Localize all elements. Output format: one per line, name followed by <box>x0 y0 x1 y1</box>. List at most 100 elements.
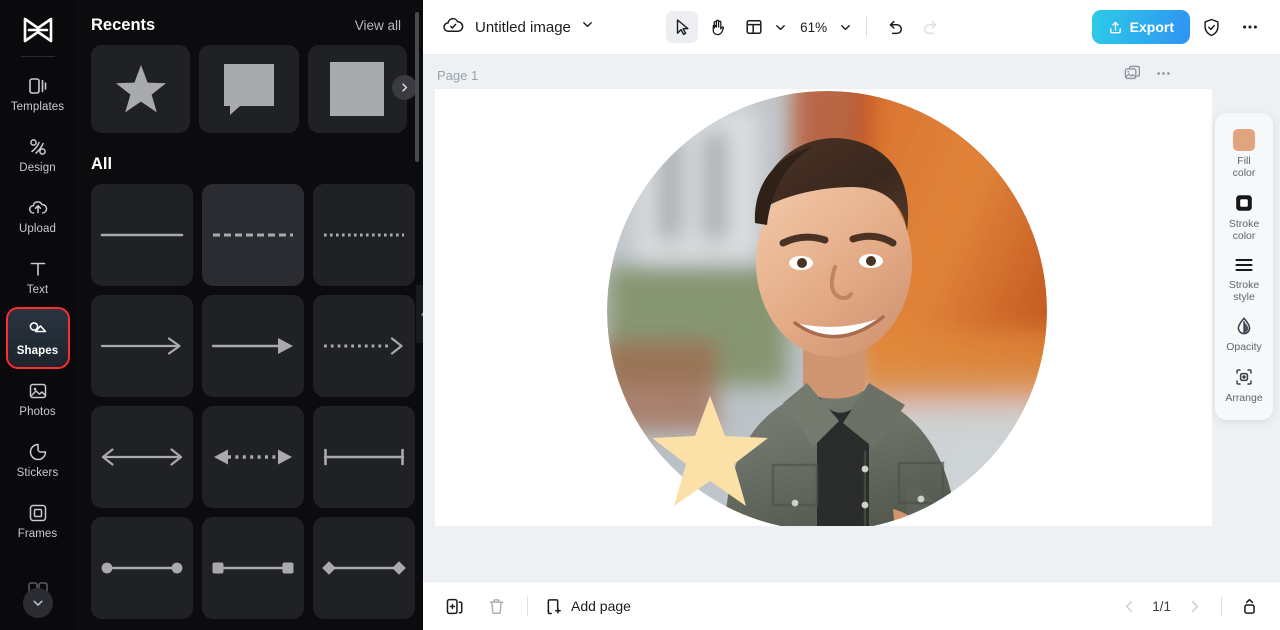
more-horizontal-icon <box>1157 72 1170 75</box>
redo-button[interactable] <box>915 11 947 43</box>
more-options-button[interactable] <box>1234 11 1266 43</box>
document-title-caret-icon[interactable] <box>581 18 594 36</box>
star-shape-icon <box>115 65 166 113</box>
cloud-save-icon[interactable] <box>441 13 465 42</box>
zoom-caret-icon[interactable] <box>839 21 852 34</box>
stroke-color-tool[interactable]: Stroke color <box>1217 186 1271 247</box>
bar-ended-line-icon <box>323 448 405 466</box>
recent-shape-star[interactable] <box>91 45 191 133</box>
dashed-line-icon <box>213 233 293 237</box>
image-stack-icon[interactable] <box>1124 65 1141 82</box>
fill-color-tool[interactable]: Fill color <box>1217 123 1271 184</box>
diamond-ended-line-icon <box>322 561 406 575</box>
cursor-arrow-icon <box>676 19 689 36</box>
page-label: Page 1 <box>437 68 479 83</box>
artboard[interactable] <box>435 89 1212 526</box>
left-nav-rail: Templates Design Upload Text Shapes Phot… <box>0 0 75 630</box>
upload-share-icon <box>1108 20 1123 35</box>
view-all-link[interactable]: View all <box>355 18 401 33</box>
page-more-icon[interactable] <box>1155 65 1172 82</box>
undo-button[interactable] <box>879 11 911 43</box>
page-count-indicator: 1/1 <box>1152 598 1171 614</box>
hand-tool-button[interactable] <box>702 11 734 43</box>
trash-icon <box>489 598 503 614</box>
prev-page-button[interactable] <box>1114 591 1144 621</box>
shape-tile-thin-arrow[interactable] <box>91 295 193 397</box>
sidebar-item-frames[interactable]: Frames <box>8 492 68 550</box>
sidebar-item-design[interactable]: Design <box>8 126 68 184</box>
export-label: Export <box>1129 19 1174 35</box>
shape-tile-dotted-double-arrow[interactable] <box>202 406 304 508</box>
arrange-icon <box>1233 366 1255 388</box>
opacity-tool[interactable]: Opacity <box>1217 309 1271 357</box>
recents-title: Recents <box>91 16 156 34</box>
panel-collapse-handle[interactable] <box>416 285 423 343</box>
layout-caret-icon[interactable] <box>774 21 787 34</box>
circle-ended-line-icon <box>101 562 183 574</box>
recent-shape-speech-bubble[interactable] <box>199 45 299 133</box>
frames-icon <box>27 502 49 524</box>
sidebar-item-text[interactable]: Text <box>8 248 68 306</box>
capcut-logo-icon[interactable] <box>17 10 59 50</box>
dotted-double-arrow-icon <box>214 449 292 465</box>
bottom-divider-right <box>1221 596 1222 616</box>
shapes-icon <box>27 319 49 341</box>
toolbar-divider <box>866 17 868 37</box>
toolbar-center-group: 61% <box>666 11 947 43</box>
shape-tile-solid-line[interactable] <box>91 184 193 286</box>
shape-tile-solid-arrow[interactable] <box>202 295 304 397</box>
sidebar-item-shapes[interactable]: Shapes <box>5 307 70 369</box>
stroke-color-label: Stroke color <box>1228 217 1260 243</box>
duplicate-page-button[interactable] <box>439 591 469 621</box>
zoom-level-value: 61% <box>800 19 828 35</box>
editor-area: Untitled image 61% Export Page 1 Fill co… <box>423 0 1280 630</box>
sidebar-item-label: Text <box>26 284 49 296</box>
square-shape-icon <box>330 62 385 116</box>
next-page-button[interactable] <box>1179 591 1209 621</box>
recents-next-button[interactable] <box>392 75 417 100</box>
speech-bubble-shape-icon <box>223 64 274 115</box>
sidebar-item-photos[interactable]: Photos <box>8 370 68 428</box>
layout-tool-button[interactable] <box>738 11 770 43</box>
expand-panel-icon <box>1243 598 1255 614</box>
shape-tile-dotted-arrow[interactable] <box>313 295 415 397</box>
shape-tile-double-arrow[interactable] <box>91 406 193 508</box>
shape-tile-diamond-ended-line[interactable] <box>313 517 415 619</box>
shape-tile-square-ended-line[interactable] <box>202 517 304 619</box>
thin-arrow-icon <box>100 337 181 355</box>
shield-check-button[interactable] <box>1196 11 1228 43</box>
square-ended-line-icon <box>212 562 294 574</box>
shield-check-icon <box>1204 18 1220 36</box>
sidebar-item-upload[interactable]: Upload <box>8 187 68 245</box>
select-tool-button[interactable] <box>666 11 699 43</box>
delete-page-button[interactable] <box>481 591 511 621</box>
shape-tile-circle-ended-line[interactable] <box>91 517 193 619</box>
page-nav-group: 1/1 <box>1114 591 1264 621</box>
app-root: Templates Design Upload Text Shapes Phot… <box>0 0 1280 630</box>
stroke-style-label: Stroke style <box>1228 278 1260 303</box>
top-toolbar: Untitled image 61% Export <box>423 0 1280 55</box>
panel-scrollbar[interactable] <box>415 12 419 162</box>
stroke-style-tool[interactable]: Stroke style <box>1217 249 1271 308</box>
export-button[interactable]: Export <box>1091 10 1190 44</box>
shapes-panel: Recents View all All <box>75 0 423 630</box>
sidebar-item-label: Templates <box>10 101 65 113</box>
arrange-tool[interactable]: Arrange <box>1217 360 1271 408</box>
expand-panel-button[interactable] <box>1234 591 1264 621</box>
shape-tile-dashed-line[interactable] <box>202 184 304 286</box>
document-title[interactable]: Untitled image <box>475 19 571 36</box>
add-page-button[interactable]: Add page <box>544 597 631 616</box>
bottom-divider <box>527 596 528 616</box>
shape-tile-bar-ended-line[interactable] <box>313 406 415 508</box>
shape-tile-dotted-line[interactable] <box>313 184 415 286</box>
add-page-icon <box>544 597 563 616</box>
sidebar-expand-more-button[interactable] <box>22 588 53 618</box>
arrange-label: Arrange <box>1225 391 1263 404</box>
canvas-area[interactable]: Page 1 Fill color Stroke color Stroke st… <box>423 55 1280 581</box>
more-horizontal-icon <box>1243 25 1257 29</box>
sidebar-item-templates[interactable]: Templates <box>8 65 68 123</box>
fill-color-swatch-icon <box>1233 129 1255 151</box>
star-decoration[interactable] <box>650 394 770 509</box>
sidebar-item-label: Frames <box>17 528 58 540</box>
sidebar-item-stickers[interactable]: Stickers <box>8 431 68 489</box>
